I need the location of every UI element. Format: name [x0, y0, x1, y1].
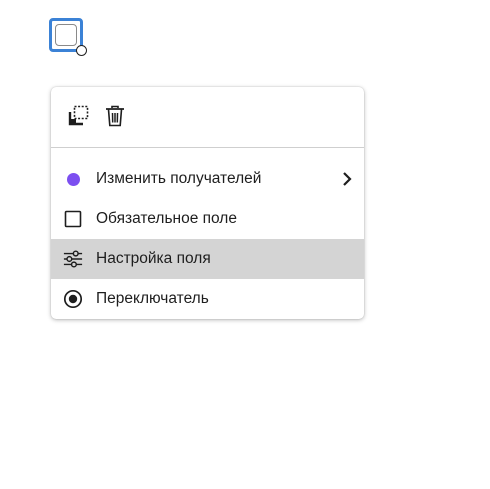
purple-dot-icon	[63, 169, 83, 189]
resize-handle[interactable]	[76, 45, 87, 56]
checkbox-icon	[63, 209, 83, 229]
context-menu: Изменить получателей Обязательное поле Н…	[51, 87, 364, 319]
sliders-icon	[63, 249, 83, 269]
copy-button[interactable]	[68, 105, 90, 127]
checkbox-field-box[interactable]	[55, 24, 77, 46]
checkbox-field[interactable]	[49, 18, 87, 56]
context-menu-toolbar	[51, 87, 364, 148]
menu-item-label: Настройка поля	[96, 250, 211, 267]
document-canvas: Изменить получателей Обязательное поле Н…	[0, 0, 490, 489]
menu-item-label: Переключатель	[96, 290, 209, 307]
menu-item-radio-button[interactable]: Переключатель	[51, 279, 364, 319]
menu-item-label: Обязательное поле	[96, 210, 237, 227]
copy-icon	[68, 105, 89, 126]
menu-item-field-settings[interactable]: Настройка поля	[51, 239, 364, 279]
menu-item-change-recipients[interactable]: Изменить получателей	[51, 159, 364, 199]
trash-icon	[106, 105, 124, 127]
delete-button[interactable]	[104, 105, 126, 127]
menu-item-required-field[interactable]: Обязательное поле	[51, 199, 364, 239]
context-menu-list: Изменить получателей Обязательное поле Н…	[51, 159, 364, 319]
radio-button-icon	[63, 289, 83, 309]
chevron-right-icon	[343, 172, 352, 186]
menu-item-label: Изменить получателей	[96, 170, 262, 187]
